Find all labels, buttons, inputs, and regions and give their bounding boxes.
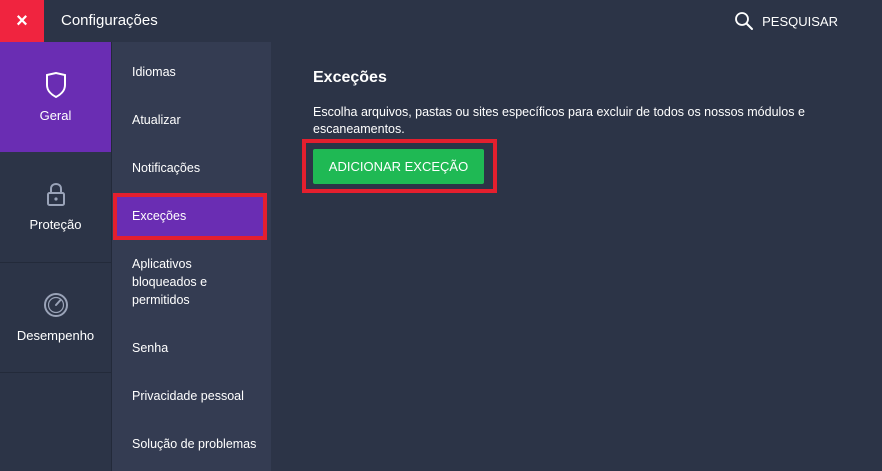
submenu-item-aplicativos[interactable]: Aplicativos bloqueados e permitidos	[132, 255, 242, 309]
category-geral[interactable]: Geral	[0, 42, 111, 152]
shield-icon	[45, 71, 66, 98]
category-label: Geral	[39, 107, 72, 123]
category-empty	[0, 372, 111, 471]
category-desempenho[interactable]: Desempenho	[0, 262, 111, 373]
category-protecao[interactable]: Proteção	[0, 152, 111, 263]
window-title: Configurações	[61, 12, 158, 29]
page-title: Exceções	[313, 69, 387, 86]
close-icon: ×	[16, 10, 28, 32]
category-sidebar: Geral Proteção Desempenho	[0, 42, 111, 471]
search-icon	[735, 12, 754, 30]
close-button[interactable]: ×	[0, 0, 44, 42]
search-button[interactable]: PESQUISAR	[734, 0, 838, 42]
submenu-item-notificacoes[interactable]: Notificações	[132, 159, 262, 177]
main-panel: Exceções Escolha arquivos, pastas ou sit…	[271, 42, 882, 471]
submenu-item-excecoes-label: Exceções	[132, 209, 187, 223]
submenu-item-atualizar[interactable]: Atualizar	[132, 111, 262, 129]
submenu-item-senha[interactable]: Senha	[132, 339, 262, 357]
submenu-item-solucao[interactable]: Solução de problemas	[132, 435, 267, 453]
title-bar: × Configurações PESQUISAR	[0, 0, 882, 42]
gauge-icon	[43, 292, 68, 317]
submenu-sidebar: Idiomas Atualizar Notificações Exceções …	[111, 42, 272, 471]
add-exception-button[interactable]: ADICIONAR EXCEÇÃO	[313, 149, 484, 184]
category-label: Proteção	[29, 216, 82, 232]
submenu-item-idiomas[interactable]: Idiomas	[132, 63, 262, 81]
category-label: Desempenho	[16, 327, 95, 343]
page-description: Escolha arquivos, pastas ou sites especí…	[313, 105, 805, 136]
search-label: PESQUISAR	[762, 13, 838, 29]
lock-icon	[46, 182, 65, 206]
submenu-item-privacidade[interactable]: Privacidade pessoal	[132, 387, 262, 405]
